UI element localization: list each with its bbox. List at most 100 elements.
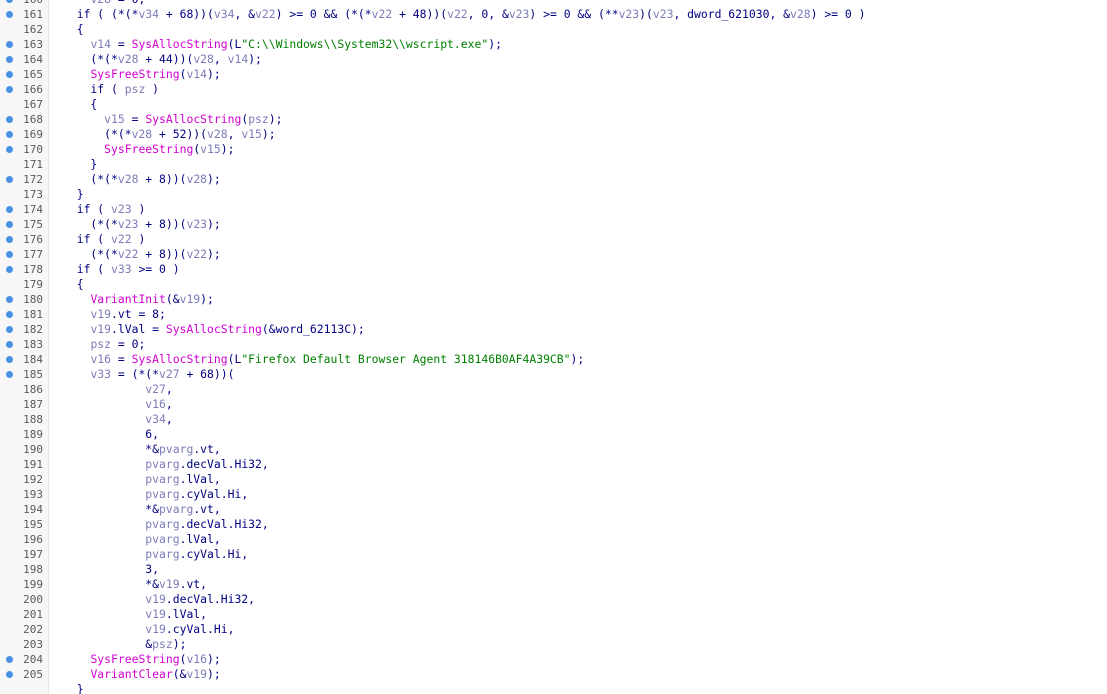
- code-line[interactable]: 165 SysFreeString(v14);: [0, 67, 1107, 82]
- code-text[interactable]: v16,: [63, 397, 172, 412]
- code-text[interactable]: *&v19.vt,: [63, 577, 207, 592]
- line-number: 167: [23, 98, 43, 111]
- code-token: );: [207, 217, 221, 231]
- code-line[interactable]: 204 SysFreeString(v16);: [0, 652, 1107, 667]
- code-line[interactable]: 199 *&v19.vt,: [0, 577, 1107, 592]
- code-text[interactable]: v19.lVal,: [63, 607, 207, 622]
- code-text[interactable]: pvarg.lVal,: [63, 532, 220, 547]
- code-text[interactable]: (*(*v28 + 44))(v28, v14);: [63, 52, 262, 67]
- code-text[interactable]: (*(*v23 + 8))(v23);: [63, 217, 221, 232]
- code-text[interactable]: if ( (*(*v34 + 68))(v34, &v22) >= 0 && (…: [63, 7, 866, 22]
- code-line[interactable]: 202 v19.cyVal.Hi,: [0, 622, 1107, 637]
- code-text[interactable]: pvarg.decVal.Hi32,: [63, 457, 268, 472]
- code-text[interactable]: }: [63, 187, 84, 202]
- code-line[interactable]: 205 VariantClear(&v19);: [0, 667, 1107, 682]
- code-line[interactable]: }: [0, 682, 1107, 694]
- code-line[interactable]: 174 if ( v23 ): [0, 202, 1107, 217]
- code-line[interactable]: 164 (*(*v28 + 44))(v28, v14);: [0, 52, 1107, 67]
- code-text[interactable]: {: [63, 22, 84, 37]
- code-line[interactable]: 166 if ( psz ): [0, 82, 1107, 97]
- code-line[interactable]: 195 pvarg.decVal.Hi32,: [0, 517, 1107, 532]
- code-text[interactable]: if ( v23 ): [63, 202, 146, 217]
- code-line[interactable]: 167 {: [0, 97, 1107, 112]
- code-line[interactable]: 161 if ( (*(*v34 + 68))(v34, &v22) >= 0 …: [0, 7, 1107, 22]
- code-line[interactable]: 186 v27,: [0, 382, 1107, 397]
- code-text[interactable]: if ( psz ): [63, 82, 159, 97]
- code-line[interactable]: 201 v19.lVal,: [0, 607, 1107, 622]
- code-text[interactable]: psz = 0;: [63, 337, 145, 352]
- code-text[interactable]: SysFreeString(v15);: [63, 142, 234, 157]
- code-line[interactable]: 184 v16 = SysAllocString(L"Firefox Defau…: [0, 352, 1107, 367]
- code-text[interactable]: 6,: [63, 427, 159, 442]
- code-line[interactable]: 193 pvarg.cyVal.Hi,: [0, 487, 1107, 502]
- code-line[interactable]: 180 VariantInit(&v19);: [0, 292, 1107, 307]
- code-text[interactable]: v28 = 0;: [63, 0, 145, 7]
- code-text[interactable]: {: [63, 277, 84, 292]
- code-line[interactable]: 192 pvarg.lVal,: [0, 472, 1107, 487]
- code-line[interactable]: 173 }: [0, 187, 1107, 202]
- code-line[interactable]: 181 v19.vt = 8;: [0, 307, 1107, 322]
- code-line[interactable]: 172 (*(*v28 + 8))(v28);: [0, 172, 1107, 187]
- code-line[interactable]: 182 v19.lVal = SysAllocString(&word_6211…: [0, 322, 1107, 337]
- code-text[interactable]: if ( v22 ): [63, 232, 146, 247]
- code-text[interactable]: (*(*v28 + 52))(v28, v15);: [63, 127, 275, 142]
- code-line[interactable]: 170 SysFreeString(v15);: [0, 142, 1107, 157]
- code-text[interactable]: pvarg.cyVal.Hi,: [63, 487, 248, 502]
- code-text[interactable]: &psz);: [63, 637, 186, 652]
- line-number: 195: [23, 518, 43, 531]
- code-line[interactable]: 171 }: [0, 157, 1107, 172]
- code-text[interactable]: pvarg.decVal.Hi32,: [63, 517, 268, 532]
- code-text[interactable]: v33 = (*(*v27 + 68))(: [63, 367, 234, 382]
- code-text[interactable]: SysFreeString(v16);: [63, 652, 220, 667]
- code-text[interactable]: v27,: [63, 382, 172, 397]
- code-line[interactable]: 160 v28 = 0;: [0, 0, 1107, 7]
- code-text[interactable]: (*(*v22 + 8))(v22);: [63, 247, 220, 262]
- code-line[interactable]: 177 (*(*v22 + 8))(v22);: [0, 247, 1107, 262]
- code-line[interactable]: 178 if ( v33 >= 0 ): [0, 262, 1107, 277]
- code-line[interactable]: 198 3,: [0, 562, 1107, 577]
- code-text[interactable]: *&pvarg.vt,: [63, 502, 220, 517]
- code-text[interactable]: VariantInit(&v19);: [63, 292, 213, 307]
- code-text[interactable]: v19.decVal.Hi32,: [63, 592, 255, 607]
- code-line[interactable]: 185 v33 = (*(*v27 + 68))(: [0, 367, 1107, 382]
- code-text[interactable]: v15 = SysAllocString(psz);: [63, 112, 282, 127]
- code-text[interactable]: v16 = SysAllocString(L"Firefox Default B…: [63, 352, 584, 367]
- code-text[interactable]: {: [63, 97, 97, 112]
- code-text[interactable]: pvarg.cyVal.Hi,: [63, 547, 248, 562]
- code-text[interactable]: (*(*v28 + 8))(v28);: [63, 172, 220, 187]
- code-line[interactable]: 183 psz = 0;: [0, 337, 1107, 352]
- code-text[interactable]: v34,: [63, 412, 172, 427]
- code-line[interactable]: 176 if ( v22 ): [0, 232, 1107, 247]
- function-token: SysAllocString: [145, 112, 242, 126]
- code-line[interactable]: 188 v34,: [0, 412, 1107, 427]
- code-text[interactable]: SysFreeString(v14);: [63, 67, 220, 82]
- code-line[interactable]: 196 pvarg.lVal,: [0, 532, 1107, 547]
- code-text[interactable]: }: [63, 157, 97, 172]
- code-line[interactable]: 163 v14 = SysAllocString(L"C:\\Windows\\…: [0, 37, 1107, 52]
- code-text[interactable]: pvarg.lVal,: [63, 472, 220, 487]
- code-line[interactable]: 191 pvarg.decVal.Hi32,: [0, 457, 1107, 472]
- code-line[interactable]: 197 pvarg.cyVal.Hi,: [0, 547, 1107, 562]
- code-text[interactable]: VariantClear(&v19);: [63, 667, 220, 682]
- code-text[interactable]: 3,: [63, 562, 159, 577]
- code-line[interactable]: 169 (*(*v28 + 52))(v28, v15);: [0, 127, 1107, 142]
- code-text[interactable]: v14 = SysAllocString(L"C:\\Windows\\Syst…: [63, 37, 502, 52]
- code-text[interactable]: v19.lVal = SysAllocString(&word_62113C);: [63, 322, 364, 337]
- code-text[interactable]: v19.vt = 8;: [63, 307, 165, 322]
- code-text[interactable]: }: [63, 682, 84, 694]
- code-text[interactable]: v19.cyVal.Hi,: [63, 622, 234, 637]
- variable-token: v19: [179, 292, 201, 306]
- code-line[interactable]: 194 *&pvarg.vt,: [0, 502, 1107, 517]
- code-line[interactable]: 189 6,: [0, 427, 1107, 442]
- code-line[interactable]: 203 &psz);: [0, 637, 1107, 652]
- code-text[interactable]: if ( v33 >= 0 ): [63, 262, 180, 277]
- code-line[interactable]: 162 {: [0, 22, 1107, 37]
- code-text[interactable]: *&pvarg.vt,: [63, 442, 220, 457]
- code-line[interactable]: 168 v15 = SysAllocString(psz);: [0, 112, 1107, 127]
- code-line[interactable]: 175 (*(*v23 + 8))(v23);: [0, 217, 1107, 232]
- code-line[interactable]: 187 v16,: [0, 397, 1107, 412]
- variable-token: psz: [90, 337, 112, 351]
- code-line[interactable]: 179 {: [0, 277, 1107, 292]
- code-line[interactable]: 200 v19.decVal.Hi32,: [0, 592, 1107, 607]
- code-line[interactable]: 190 *&pvarg.vt,: [0, 442, 1107, 457]
